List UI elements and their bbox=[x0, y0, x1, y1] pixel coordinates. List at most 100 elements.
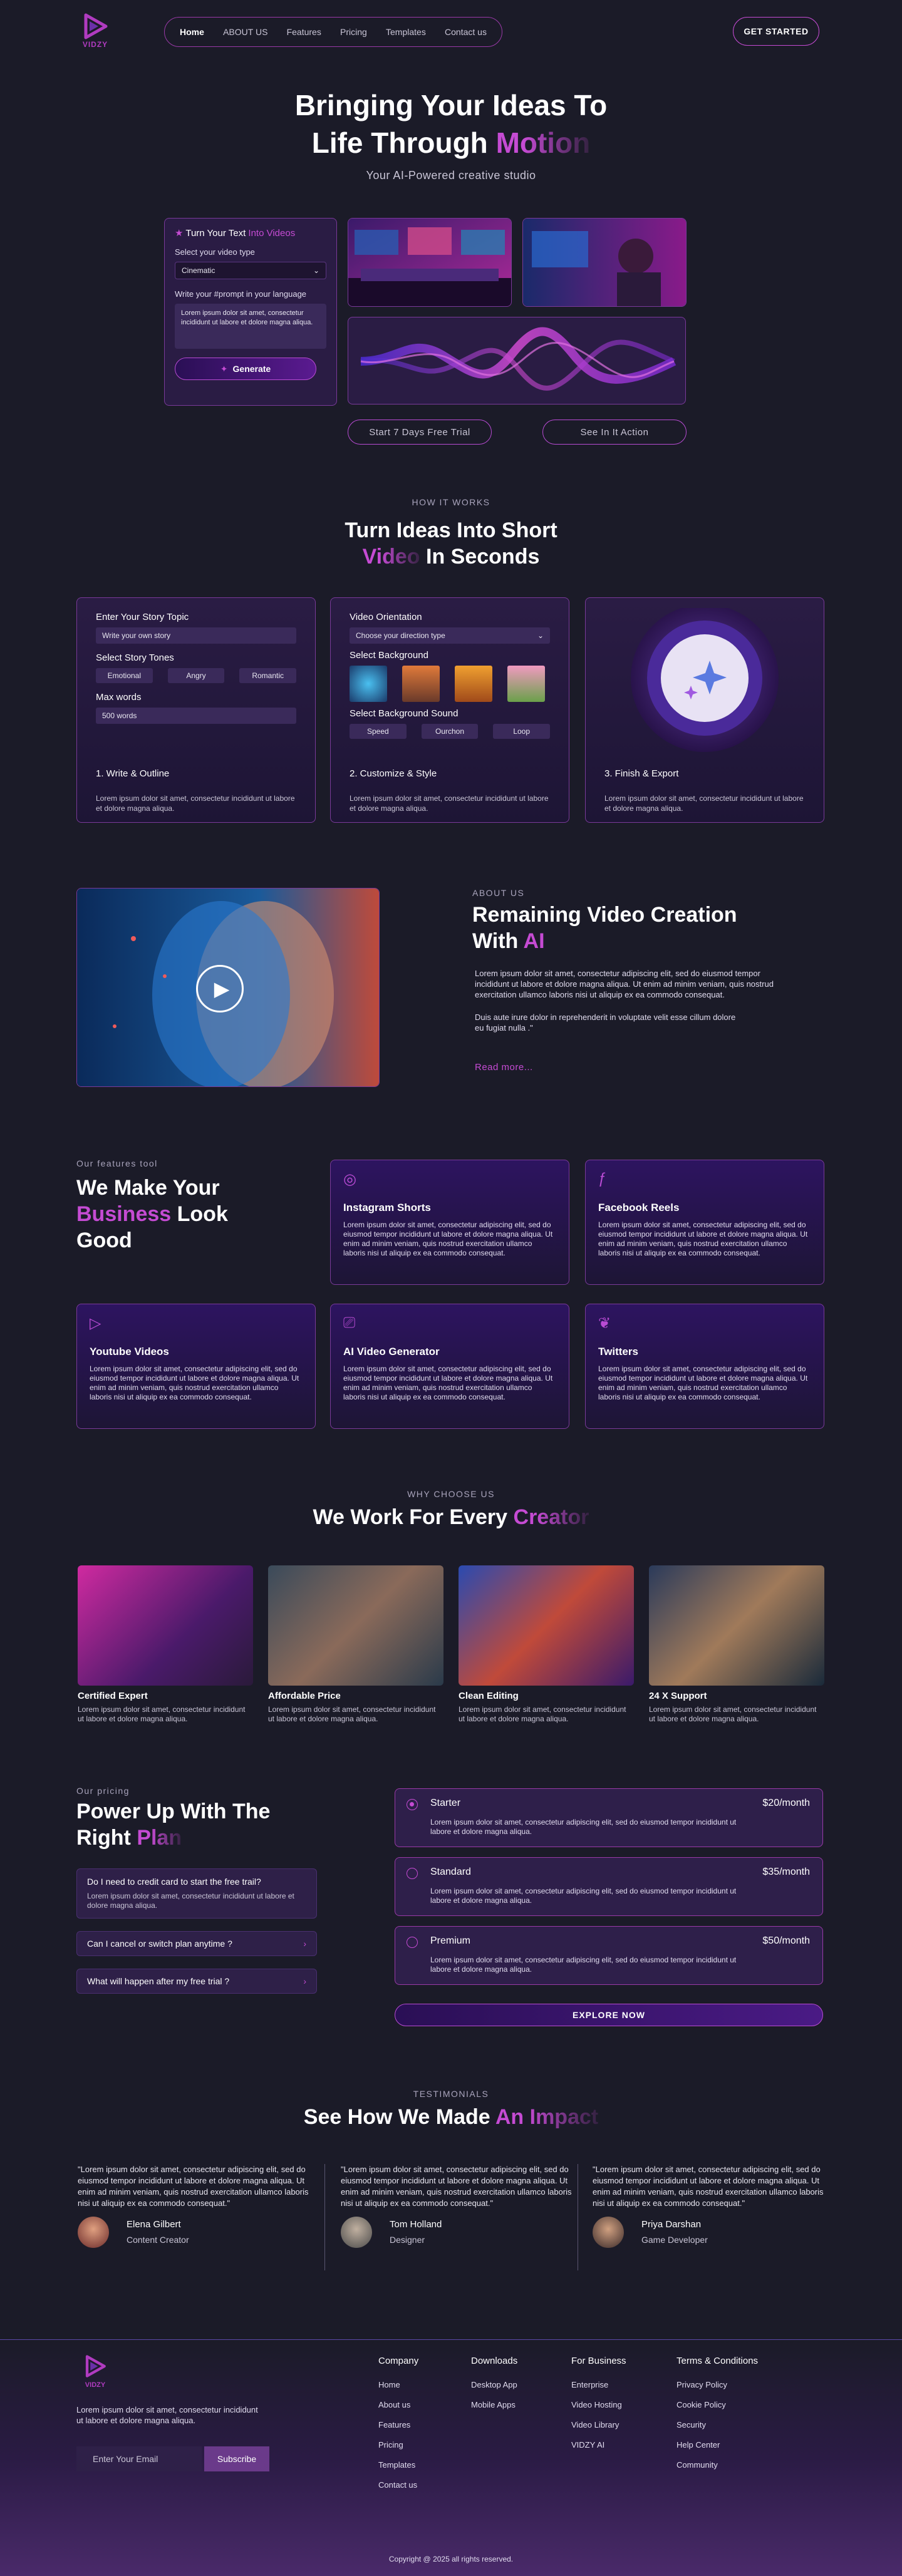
chevron-right-icon: › bbox=[303, 1939, 306, 1949]
testimonial-divider bbox=[324, 2164, 325, 2270]
orientation-select[interactable]: Choose your direction type ⌄ bbox=[350, 627, 550, 644]
generate-button[interactable]: ✦ Generate bbox=[175, 358, 316, 380]
tone-romantic[interactable]: Romantic bbox=[239, 668, 297, 683]
background-option-4[interactable] bbox=[507, 666, 545, 702]
testimonial-quote: "Lorem ipsum dolor sit amet, consectetur… bbox=[78, 2165, 309, 2208]
tones-label: Select Story Tones bbox=[96, 652, 174, 663]
faq-question: What will happen after my free trial ? bbox=[87, 1976, 230, 1986]
nav-templates[interactable]: Templates bbox=[386, 27, 426, 37]
footer-link[interactable]: Help Center bbox=[676, 2435, 758, 2455]
chevron-down-icon: ⌄ bbox=[313, 266, 319, 275]
feature-title: Twitters bbox=[598, 1346, 638, 1358]
email-input[interactable]: Enter Your Email bbox=[76, 2446, 202, 2471]
nav-home[interactable]: Home bbox=[180, 27, 204, 37]
step1-title: 1. Write & Outline bbox=[96, 768, 170, 779]
testimonial-1: "Lorem ipsum dolor sit amet, consectetur… bbox=[78, 2164, 309, 2248]
plan-premium[interactable]: Premium $50/month Lorem ipsum dolor sit … bbox=[395, 1926, 823, 1985]
footer-logo[interactable]: VIDZY bbox=[76, 2354, 114, 2389]
plan-name: Standard bbox=[430, 1867, 471, 1877]
nav-features[interactable]: Features bbox=[287, 27, 321, 37]
hero-subtitle: Your AI-Powered creative studio bbox=[366, 169, 536, 182]
footer-link[interactable]: Home bbox=[378, 2375, 418, 2395]
explore-now-button[interactable]: EXPLORE NOW bbox=[395, 2004, 823, 2026]
footer-link[interactable]: About us bbox=[378, 2395, 418, 2415]
export-sparkle-graphic bbox=[631, 608, 779, 752]
faq-item-1[interactable]: Do I need to credit card to start the fr… bbox=[76, 1868, 317, 1919]
certified-expert-image bbox=[78, 1565, 253, 1686]
step-card-3: 3. Finish & Export Lorem ipsum dolor sit… bbox=[585, 597, 824, 823]
footer-link[interactable]: Security bbox=[676, 2415, 758, 2435]
brand-logo[interactable]: VIDZY bbox=[76, 13, 114, 53]
max-words-input[interactable]: 500 words bbox=[96, 708, 296, 724]
footer-link[interactable]: Features bbox=[378, 2415, 418, 2435]
footer-link[interactable]: Video Library bbox=[571, 2415, 626, 2435]
get-started-button[interactable]: GET STARTED bbox=[733, 17, 819, 46]
footer-link[interactable]: VIDZY AI bbox=[571, 2435, 626, 2455]
feature-card-instagram[interactable]: ◎ Instagram Shorts Lorem ipsum dolor sit… bbox=[330, 1160, 569, 1285]
read-more-link[interactable]: Read more... bbox=[475, 1062, 533, 1073]
faq-item-3[interactable]: What will happen after my free trial ? › bbox=[76, 1969, 317, 1994]
feature-desc: Lorem ipsum dolor sit amet, consectetur … bbox=[598, 1220, 808, 1257]
footer-link[interactable]: Privacy Policy bbox=[676, 2375, 758, 2395]
about-video[interactable]: ▶ bbox=[76, 888, 380, 1087]
gamer-image bbox=[522, 218, 687, 307]
topic-input[interactable]: Write your own story bbox=[96, 627, 296, 644]
background-option-2[interactable] bbox=[402, 666, 440, 702]
faq-item-2[interactable]: Can I cancel or switch plan anytime ? › bbox=[76, 1931, 317, 1956]
play-button[interactable]: ▶ bbox=[196, 965, 244, 1012]
feature-card-youtube[interactable]: ▷ Youtube Videos Lorem ipsum dolor sit a… bbox=[76, 1304, 316, 1429]
why-item-1: Certified Expert Lorem ipsum dolor sit a… bbox=[78, 1565, 253, 1724]
pricing-title-line1: Power Up With The bbox=[76, 1800, 271, 1823]
footer-links: Desktop App Mobile Apps bbox=[471, 2375, 517, 2415]
hero-title-accent: Motion bbox=[495, 126, 591, 159]
footer-link[interactable]: Pricing bbox=[378, 2435, 418, 2455]
testimonial-author: Tom Holland Designer bbox=[341, 2217, 573, 2248]
feature-card-twitter[interactable]: ❦ Twitters Lorem ipsum dolor sit amet, c… bbox=[585, 1304, 824, 1429]
sound-speed[interactable]: Speed bbox=[350, 724, 407, 739]
nav-about[interactable]: ABOUT US bbox=[223, 27, 267, 37]
nav-pricing[interactable]: Pricing bbox=[340, 27, 367, 37]
free-trial-button[interactable]: Start 7 Days Free Trial bbox=[348, 420, 492, 445]
tone-emotional[interactable]: Emotional bbox=[96, 668, 153, 683]
footer-link[interactable]: Video Hosting bbox=[571, 2395, 626, 2415]
plan-radio[interactable] bbox=[407, 1868, 418, 1879]
background-option-3[interactable] bbox=[455, 666, 492, 702]
generate-label: Generate bbox=[232, 364, 271, 374]
why-title-text: We Work For Every bbox=[313, 1505, 514, 1529]
pricing-title: Power Up With The Right Plan bbox=[76, 1798, 327, 1851]
sound-ourchon[interactable]: Ourchon bbox=[421, 724, 479, 739]
plan-radio[interactable] bbox=[407, 1937, 418, 1948]
step1-desc: Lorem ipsum dolor sit amet, consectetur … bbox=[96, 794, 295, 813]
plan-starter[interactable]: Starter $20/month Lorem ipsum dolor sit … bbox=[395, 1788, 823, 1847]
why-item-title: Clean Editing bbox=[459, 1691, 519, 1701]
footer-link[interactable]: Contact us bbox=[378, 2475, 418, 2495]
video-camera-icon: ⎚ bbox=[343, 1314, 356, 1331]
feature-card-ai-video[interactable]: ⎚ AI Video Generator Lorem ipsum dolor s… bbox=[330, 1304, 569, 1429]
footer-link[interactable]: Community bbox=[676, 2455, 758, 2475]
step3-title: 3. Finish & Export bbox=[604, 768, 679, 779]
feature-card-facebook[interactable]: ƒ Facebook Reels Lorem ipsum dolor sit a… bbox=[585, 1160, 824, 1285]
plan-standard[interactable]: Standard $35/month Lorem ipsum dolor sit… bbox=[395, 1857, 823, 1916]
why-item-title: 24 X Support bbox=[649, 1691, 707, 1701]
feature-desc: Lorem ipsum dolor sit amet, consectetur … bbox=[90, 1364, 299, 1401]
plan-radio[interactable] bbox=[407, 1799, 418, 1810]
feature-desc: Lorem ipsum dolor sit amet, consectetur … bbox=[598, 1364, 808, 1401]
subscribe-button[interactable]: Subscribe bbox=[204, 2446, 269, 2471]
audio-waveform bbox=[348, 317, 686, 404]
tone-angry[interactable]: Angry bbox=[167, 668, 225, 683]
footer-link[interactable]: Enterprise bbox=[571, 2375, 626, 2395]
youtube-icon: ▷ bbox=[90, 1315, 101, 1332]
see-in-action-button[interactable]: See In It Action bbox=[542, 420, 687, 445]
footer-link[interactable]: Desktop App bbox=[471, 2375, 517, 2395]
footer-link[interactable]: Templates bbox=[378, 2455, 418, 2475]
footer-link[interactable]: Mobile Apps bbox=[471, 2395, 517, 2415]
background-option-1[interactable] bbox=[350, 666, 387, 702]
why-item-desc: Lorem ipsum dolor sit amet, consectetur … bbox=[268, 1705, 436, 1723]
testimonials-title-text: See How We Made bbox=[303, 2105, 495, 2129]
footer-link[interactable]: Cookie Policy bbox=[676, 2395, 758, 2415]
sound-loop[interactable]: Loop bbox=[493, 724, 551, 739]
nav-contact[interactable]: Contact us bbox=[445, 27, 487, 37]
prompt-textarea[interactable]: Lorem ipsum dolor sit amet, consectetur … bbox=[175, 304, 326, 349]
video-type-select[interactable]: Cinematic ⌄ bbox=[175, 262, 326, 279]
features-title-line1: We Make Your bbox=[76, 1176, 220, 1200]
